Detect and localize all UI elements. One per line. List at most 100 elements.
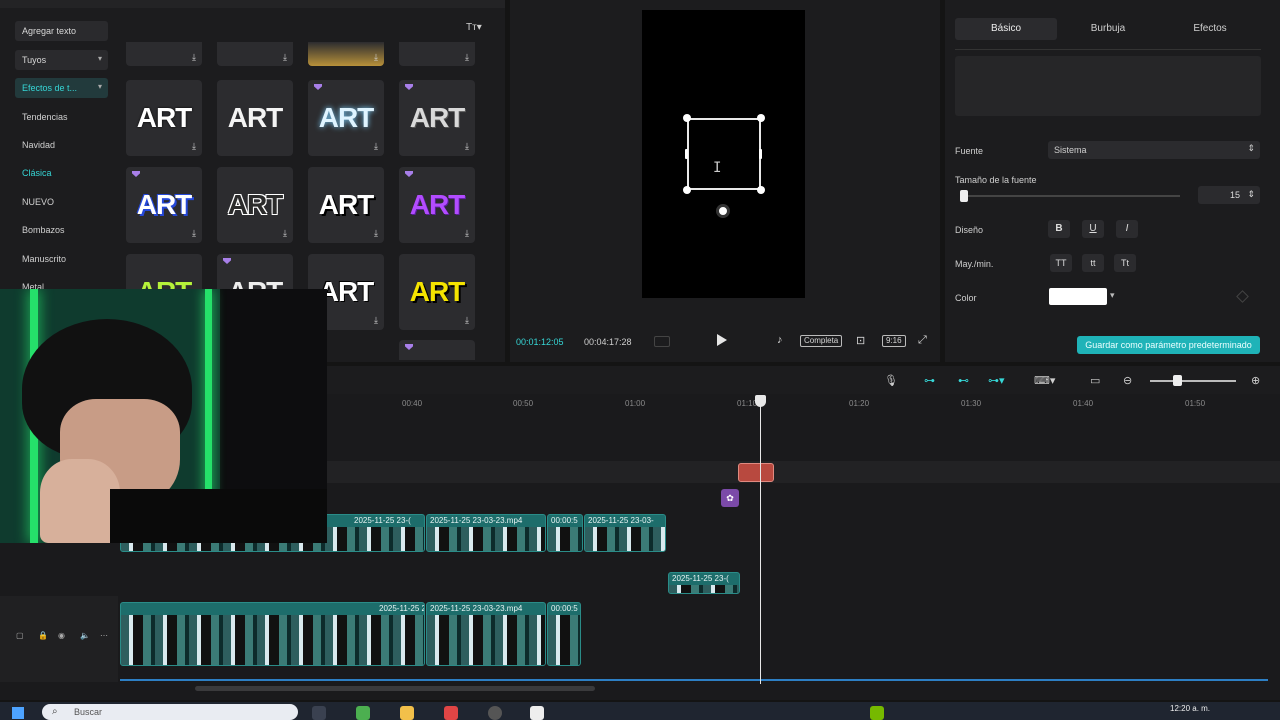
focus-icon[interactable]: ⊡ bbox=[856, 334, 865, 347]
resize-handle[interactable] bbox=[683, 114, 691, 122]
tab-efectos[interactable]: Efectos bbox=[1159, 18, 1261, 40]
effect-marker-icon[interactable]: ✿ bbox=[721, 489, 739, 507]
preview-axis-icon[interactable]: ⊶▾ bbox=[988, 374, 1005, 387]
lowercase-button[interactable]: tt bbox=[1082, 254, 1104, 272]
underline-button[interactable]: U bbox=[1082, 220, 1104, 238]
download-icon[interactable]: ⤓ bbox=[283, 228, 287, 239]
download-icon[interactable]: ⤓ bbox=[465, 52, 469, 63]
text-selection-box[interactable] bbox=[687, 118, 761, 190]
font-size-slider-knob[interactable] bbox=[960, 190, 968, 202]
zoom-out-icon[interactable]: ⊖ bbox=[1123, 374, 1132, 387]
playhead[interactable] bbox=[760, 402, 761, 684]
taskbar-search-input[interactable]: Buscar bbox=[42, 704, 298, 720]
playhead-handle[interactable] bbox=[755, 395, 766, 407]
windows-start-icon[interactable] bbox=[12, 707, 24, 719]
speaker-icon[interactable]: 🔈 bbox=[80, 631, 90, 640]
aspect-ratio-button[interactable]: 9:16 bbox=[882, 335, 906, 347]
file-explorer-icon[interactable] bbox=[400, 706, 414, 720]
download-icon[interactable]: ⤓ bbox=[283, 52, 287, 63]
more-icon[interactable]: ⋯ bbox=[100, 631, 108, 640]
effect-tile[interactable]: ART ⤓ bbox=[126, 167, 202, 243]
effect-tile[interactable]: ⤓ bbox=[399, 42, 475, 66]
text-input-area[interactable] bbox=[955, 56, 1261, 116]
effect-tile[interactable]: ART bbox=[217, 80, 293, 156]
complete-view-button[interactable]: Completa bbox=[800, 335, 843, 347]
text-filter-icon[interactable]: Tт▾ bbox=[466, 22, 482, 33]
app-icon[interactable] bbox=[488, 706, 502, 720]
magnet-snap-icon[interactable]: ⊷ bbox=[958, 374, 969, 387]
video-clip[interactable]: 00:00:5 bbox=[547, 602, 581, 666]
resize-handle[interactable] bbox=[759, 149, 762, 159]
add-text-button[interactable]: Agregar texto bbox=[15, 21, 108, 41]
effect-tile[interactable]: ART ⤓ bbox=[126, 80, 202, 156]
font-size-field[interactable]: 15 ⇕ bbox=[1198, 186, 1260, 204]
effect-tile[interactable]: ⤓ bbox=[308, 42, 384, 66]
download-icon[interactable]: ⤓ bbox=[465, 228, 469, 239]
zoom-slider[interactable] bbox=[1150, 380, 1236, 382]
link-clips-icon[interactable]: ⊶ bbox=[924, 374, 935, 387]
video-clip[interactable]: 2025-11-25 23-( bbox=[120, 602, 425, 666]
color-picker[interactable] bbox=[1049, 288, 1107, 305]
nvidia-icon[interactable] bbox=[870, 706, 884, 720]
app-icon[interactable] bbox=[444, 706, 458, 720]
download-icon[interactable]: ⤓ bbox=[192, 52, 196, 63]
category-manuscrito[interactable]: Manuscrito bbox=[22, 254, 66, 264]
download-icon[interactable]: ⤓ bbox=[465, 141, 469, 152]
capcut-icon[interactable] bbox=[530, 706, 544, 720]
zoom-slider-knob[interactable] bbox=[1173, 375, 1182, 386]
download-icon[interactable]: ⤓ bbox=[374, 315, 378, 326]
task-view-icon[interactable] bbox=[312, 706, 326, 720]
category-clasica[interactable]: Clásica bbox=[22, 168, 52, 178]
video-clip[interactable]: 2025-11-25 23-03-23.mp4 bbox=[426, 514, 546, 552]
download-icon[interactable]: ⤓ bbox=[192, 141, 196, 152]
effect-tile[interactable]: ⤓ bbox=[126, 42, 202, 66]
app-icon[interactable] bbox=[356, 706, 370, 720]
category-nuevo[interactable]: NUEVO bbox=[22, 197, 54, 207]
eye-icon[interactable]: ◉ bbox=[58, 631, 65, 640]
download-icon[interactable]: ⤓ bbox=[465, 315, 469, 326]
save-preset-button[interactable]: Guardar como parámetro predeterminado bbox=[1077, 336, 1260, 354]
category-navidad[interactable]: Navidad bbox=[22, 140, 55, 150]
font-select[interactable]: Sistema ⇕ bbox=[1048, 141, 1260, 159]
lock-icon[interactable]: 🔒 bbox=[38, 631, 48, 640]
video-clip[interactable]: 2025-11-25 23-( bbox=[668, 572, 740, 594]
effect-tile[interactable]: ART ⤓ bbox=[399, 80, 475, 156]
zoom-in-icon[interactable]: ⊕ bbox=[1251, 374, 1260, 387]
effect-tile[interactable]: ART ⤓ bbox=[399, 167, 475, 243]
resize-handle[interactable] bbox=[757, 114, 765, 122]
chevron-down-icon[interactable]: ▾ bbox=[1110, 290, 1115, 301]
microphone-icon[interactable]: 🎙 bbox=[884, 374, 898, 387]
play-icon[interactable] bbox=[717, 334, 727, 346]
screen-icon[interactable]: ▭ bbox=[1090, 374, 1100, 387]
download-icon[interactable]: ⤓ bbox=[192, 228, 196, 239]
resize-handle[interactable] bbox=[683, 186, 691, 194]
effect-tile[interactable]: ART ⤓ bbox=[217, 167, 293, 243]
video-clip[interactable]: 2025-11-25 23-03-23.mp4 bbox=[426, 602, 546, 666]
cover-icon[interactable]: ▢ bbox=[16, 631, 24, 640]
rotate-handle-icon[interactable] bbox=[716, 204, 730, 218]
text-clip[interactable] bbox=[738, 463, 774, 482]
effect-tile[interactable]: ⤓ bbox=[217, 42, 293, 66]
resize-handle[interactable] bbox=[685, 149, 688, 159]
download-icon[interactable]: ⤓ bbox=[374, 228, 378, 239]
video-clip[interactable]: 2025-11-25 23-03- bbox=[584, 514, 666, 552]
effect-tile[interactable]: ART ⤓ bbox=[399, 254, 475, 330]
resize-handle[interactable] bbox=[757, 186, 765, 194]
italic-button[interactable]: I bbox=[1116, 220, 1138, 238]
bold-button[interactable]: B bbox=[1048, 220, 1070, 238]
timecode-grid-icon[interactable] bbox=[654, 336, 670, 347]
fullscreen-icon[interactable]: ⤢ bbox=[918, 334, 927, 347]
tab-burbuja[interactable]: Burbuja bbox=[1057, 18, 1159, 40]
effect-tile[interactable] bbox=[399, 340, 475, 360]
music-note-icon[interactable]: ♪ bbox=[777, 334, 783, 346]
category-bombazos[interactable]: Bombazos bbox=[22, 225, 65, 235]
mine-dropdown[interactable]: Tuyos ▾ bbox=[15, 50, 108, 70]
download-icon[interactable]: ⤓ bbox=[374, 141, 378, 152]
download-icon[interactable]: ⤓ bbox=[374, 52, 378, 63]
timeline-scrollbar[interactable] bbox=[195, 686, 595, 691]
effect-tile[interactable]: ART ⤓ bbox=[308, 80, 384, 156]
uppercase-button[interactable]: TT bbox=[1050, 254, 1072, 272]
tab-basico[interactable]: Básico bbox=[955, 18, 1057, 40]
titlecase-button[interactable]: Tt bbox=[1114, 254, 1136, 272]
text-effects-dropdown[interactable]: Efectos de t... ▾ bbox=[15, 78, 108, 98]
